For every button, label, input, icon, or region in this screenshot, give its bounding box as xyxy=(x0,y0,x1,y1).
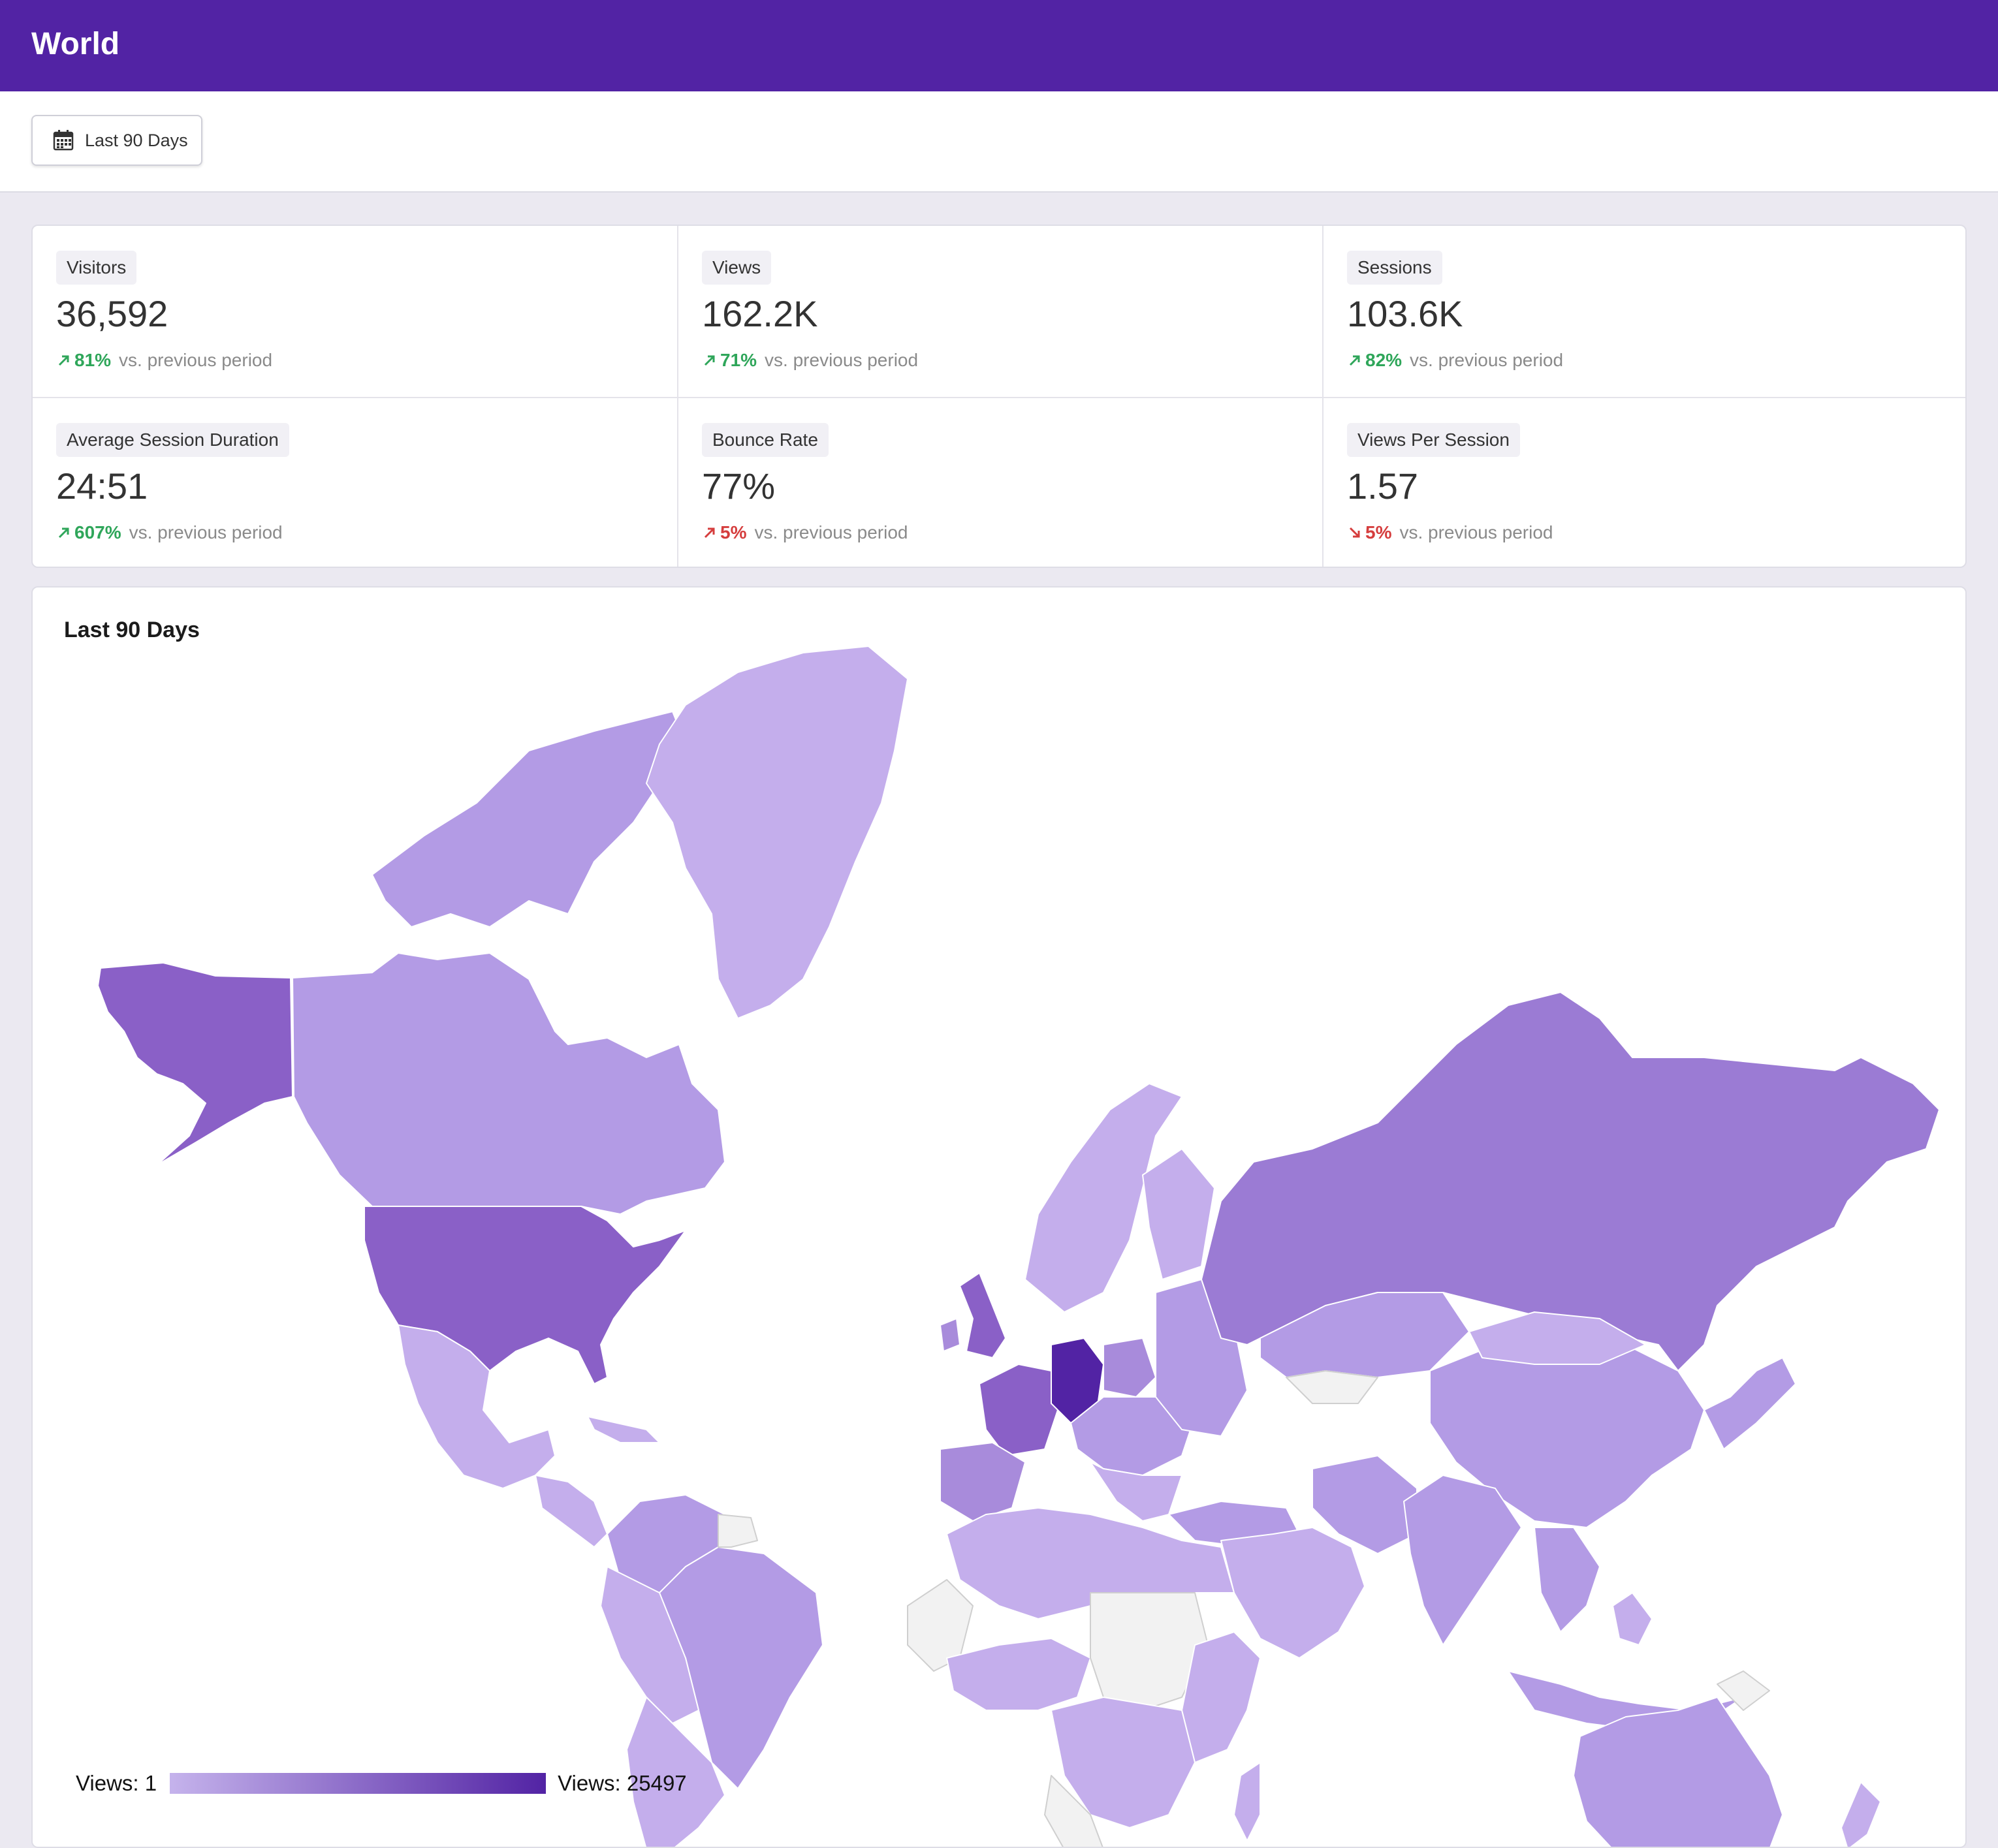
stat-views: Views 162.2K 71% vs. previous period xyxy=(678,226,1323,398)
stat-avg-session-duration: Average Session Duration 24:51 607% vs. … xyxy=(33,398,677,567)
map-region-central-asia[interactable] xyxy=(1286,1370,1378,1404)
stat-change: 71% vs. previous period xyxy=(702,350,918,371)
stat-label: Views Per Session xyxy=(1347,423,1520,457)
stat-label: Sessions xyxy=(1347,251,1442,285)
arrow-down-icon xyxy=(1347,525,1363,540)
stat-change-pct: 81% xyxy=(74,350,112,370)
map-region-caribbean[interactable] xyxy=(587,1416,660,1443)
stat-label: Bounce Rate xyxy=(702,423,829,457)
stat-change-pct: 82% xyxy=(1365,350,1403,370)
page-title: World xyxy=(31,27,120,61)
stat-label: Views xyxy=(702,251,772,285)
map-region-middle-east[interactable] xyxy=(1220,1527,1365,1659)
map-region-philippines[interactable] xyxy=(1612,1592,1653,1646)
map-region-central-america[interactable] xyxy=(535,1475,608,1548)
stat-label: Average Session Duration xyxy=(56,423,289,457)
stat-change-suffix: vs. previous period xyxy=(765,350,919,370)
map-region-ireland[interactable] xyxy=(940,1318,960,1352)
world-map xyxy=(97,646,1940,1848)
stat-label: Visitors xyxy=(56,251,137,285)
map-region-france[interactable] xyxy=(979,1364,1058,1456)
stat-change-suffix: vs. previous period xyxy=(119,350,273,370)
map-region-guianas[interactable] xyxy=(718,1514,758,1548)
arrow-up-icon xyxy=(702,525,718,540)
map-region-alaska[interactable] xyxy=(97,962,293,1166)
legend-max-label: Views: 25497 xyxy=(558,1771,687,1795)
map-region-southeast-asia[interactable] xyxy=(1534,1527,1600,1633)
stat-bounce-rate: Bounce Rate 77% 5% vs. previous period xyxy=(678,398,1323,567)
stat-change: 607% vs. previous period xyxy=(56,522,283,543)
stat-change-suffix: vs. previous period xyxy=(1399,522,1553,542)
stat-sessions: Sessions 103.6K 82% vs. previous period xyxy=(1324,226,1965,398)
map-region-east-africa[interactable] xyxy=(1181,1631,1261,1763)
stat-change: 81% vs. previous period xyxy=(56,350,272,371)
stat-change: 5% vs. previous period xyxy=(1347,522,1553,543)
map-region-canada-islands[interactable] xyxy=(372,711,686,928)
map-region-uk[interactable] xyxy=(959,1272,1006,1358)
date-range-button[interactable]: Last 90 Days xyxy=(31,115,202,166)
arrow-up-icon xyxy=(1347,352,1363,368)
legend-gradient xyxy=(170,1773,547,1794)
stat-change-suffix: vs. previous period xyxy=(129,522,283,542)
map-region-finland[interactable] xyxy=(1142,1148,1215,1280)
map-region-greenland[interactable] xyxy=(646,646,908,1019)
stat-value: 24:51 xyxy=(56,465,148,507)
stat-change-pct: 5% xyxy=(720,522,747,542)
arrow-up-icon xyxy=(702,352,718,368)
map-region-india[interactable] xyxy=(1403,1475,1522,1646)
map-region-sahel[interactable] xyxy=(946,1638,1091,1711)
stat-value: 36,592 xyxy=(56,293,168,334)
stat-change: 82% vs. previous period xyxy=(1347,350,1563,371)
stats-panel: Visitors 36,592 81% vs. previous period … xyxy=(31,225,1967,568)
map-region-new-zealand[interactable] xyxy=(1841,1781,1881,1848)
map-region-madagascar[interactable] xyxy=(1233,1762,1261,1841)
map-region-iberia[interactable] xyxy=(940,1442,1026,1522)
date-range-label: Last 90 Days xyxy=(85,130,188,150)
stat-change-pct: 607% xyxy=(74,522,121,542)
stat-change-suffix: vs. previous period xyxy=(1410,350,1564,370)
stat-change-pct: 5% xyxy=(1365,522,1392,542)
stat-visitors: Visitors 36,592 81% vs. previous period xyxy=(33,226,677,398)
arrow-up-icon xyxy=(56,525,72,540)
stat-value: 1.57 xyxy=(1347,465,1418,507)
world-map-card: Last 90 Days Views: 1 Views: 25497 xyxy=(31,586,1967,1848)
map-region-korea-japan[interactable] xyxy=(1704,1357,1796,1450)
map-region-poland[interactable] xyxy=(1103,1338,1156,1398)
app-header: World xyxy=(0,0,1998,91)
stat-value: 77% xyxy=(702,465,776,507)
toolbar: Last 90 Days xyxy=(0,91,1998,193)
stat-change-suffix: vs. previous period xyxy=(754,522,908,542)
stat-value: 103.6K xyxy=(1347,293,1463,334)
stat-change: 5% vs. previous period xyxy=(702,522,908,543)
map-legend: Views: 1 Views: 25497 xyxy=(76,1769,687,1798)
arrow-up-icon xyxy=(56,352,72,368)
map-region-canada[interactable] xyxy=(292,952,725,1215)
stat-value: 162.2K xyxy=(702,293,818,334)
legend-min-label: Views: 1 xyxy=(76,1771,157,1795)
stat-change-pct: 71% xyxy=(720,350,757,370)
stat-views-per-session: Views Per Session 1.57 5% vs. previous p… xyxy=(1324,398,1965,567)
calendar-icon xyxy=(53,130,74,151)
